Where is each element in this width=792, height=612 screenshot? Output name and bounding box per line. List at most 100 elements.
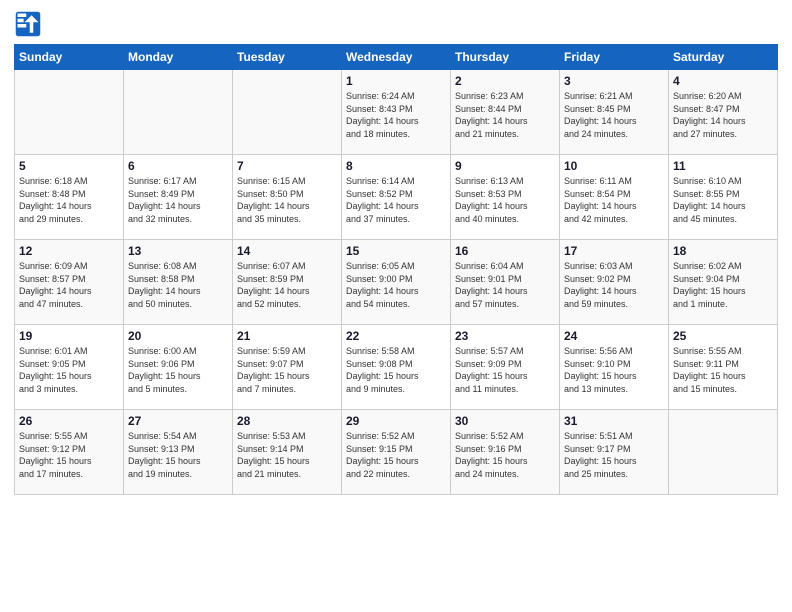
day-info: Sunrise: 6:11 AM Sunset: 8:54 PM Dayligh…	[564, 175, 664, 225]
day-number: 10	[564, 159, 664, 173]
day-info: Sunrise: 6:02 AM Sunset: 9:04 PM Dayligh…	[673, 260, 773, 310]
calendar-cell: 26 Sunrise: 5:55 AM Sunset: 9:12 PM Dayli…	[15, 410, 124, 495]
weekday-header-thursday: Thursday	[451, 45, 560, 70]
weekday-header-saturday: Saturday	[669, 45, 778, 70]
day-number: 31	[564, 414, 664, 428]
day-info: Sunrise: 6:21 AM Sunset: 8:45 PM Dayligh…	[564, 90, 664, 140]
logo-icon	[14, 10, 42, 38]
day-number: 3	[564, 74, 664, 88]
day-info: Sunrise: 6:05 AM Sunset: 9:00 PM Dayligh…	[346, 260, 446, 310]
calendar-cell: 14Sunrise: 6:07 AM Sunset: 8:59 PM Dayli…	[233, 240, 342, 325]
week-row-5: 26 Sunrise: 5:55 AM Sunset: 9:12 PM Dayli…	[15, 410, 778, 495]
calendar-cell: 15 Sunrise: 6:05 AM Sunset: 9:00 PM Dayli…	[342, 240, 451, 325]
calendar-cell: 13Sunrise: 6:08 AM Sunset: 8:58 PM Dayli…	[124, 240, 233, 325]
day-number: 7	[237, 159, 337, 173]
week-row-1: 1 Sunrise: 6:24 AM Sunset: 8:43 PM Daylig…	[15, 70, 778, 155]
day-info: Sunrise: 5:57 AM Sunset: 9:09 PM Dayligh…	[455, 345, 555, 395]
day-number: 1	[346, 74, 446, 88]
calendar-cell: 16 Sunrise: 6:04 AM Sunset: 9:01 PM Dayli…	[451, 240, 560, 325]
day-info: Sunrise: 6:24 AM Sunset: 8:43 PM Dayligh…	[346, 90, 446, 140]
calendar-cell: 7 Sunrise: 6:15 AM Sunset: 8:50 PM Daylig…	[233, 155, 342, 240]
day-info: Sunrise: 6:13 AM Sunset: 8:53 PM Dayligh…	[455, 175, 555, 225]
day-number: 11	[673, 159, 773, 173]
week-row-4: 19Sunrise: 6:01 AM Sunset: 9:05 PM Dayli…	[15, 325, 778, 410]
calendar-cell	[233, 70, 342, 155]
calendar-cell: 17Sunrise: 6:03 AM Sunset: 9:02 PM Dayli…	[560, 240, 669, 325]
weekday-header-tuesday: Tuesday	[233, 45, 342, 70]
calendar-cell: 28Sunrise: 5:53 AM Sunset: 9:14 PM Dayli…	[233, 410, 342, 495]
weekday-header-monday: Monday	[124, 45, 233, 70]
calendar-cell: 30 Sunrise: 5:52 AM Sunset: 9:16 PM Dayli…	[451, 410, 560, 495]
calendar-cell: 24Sunrise: 5:56 AM Sunset: 9:10 PM Dayli…	[560, 325, 669, 410]
weekday-header-friday: Friday	[560, 45, 669, 70]
day-info: Sunrise: 6:23 AM Sunset: 8:44 PM Dayligh…	[455, 90, 555, 140]
day-info: Sunrise: 6:08 AM Sunset: 8:58 PM Dayligh…	[128, 260, 228, 310]
day-info: Sunrise: 6:03 AM Sunset: 9:02 PM Dayligh…	[564, 260, 664, 310]
day-number: 26	[19, 414, 119, 428]
calendar-cell: 18 Sunrise: 6:02 AM Sunset: 9:04 PM Dayli…	[669, 240, 778, 325]
day-info: Sunrise: 6:04 AM Sunset: 9:01 PM Dayligh…	[455, 260, 555, 310]
day-info: Sunrise: 6:20 AM Sunset: 8:47 PM Dayligh…	[673, 90, 773, 140]
week-row-3: 12 Sunrise: 6:09 AM Sunset: 8:57 PM Dayli…	[15, 240, 778, 325]
day-number: 19	[19, 329, 119, 343]
day-info: Sunrise: 6:17 AM Sunset: 8:49 PM Dayligh…	[128, 175, 228, 225]
calendar-cell: 27 Sunrise: 5:54 AM Sunset: 9:13 PM Dayli…	[124, 410, 233, 495]
calendar-cell: 8Sunrise: 6:14 AM Sunset: 8:52 PM Daylig…	[342, 155, 451, 240]
day-number: 15	[346, 244, 446, 258]
calendar-body: 1 Sunrise: 6:24 AM Sunset: 8:43 PM Daylig…	[15, 70, 778, 495]
day-info: Sunrise: 6:10 AM Sunset: 8:55 PM Dayligh…	[673, 175, 773, 225]
calendar-cell	[15, 70, 124, 155]
page: SundayMondayTuesdayWednesdayThursdayFrid…	[0, 0, 792, 612]
day-number: 14	[237, 244, 337, 258]
day-number: 23	[455, 329, 555, 343]
day-number: 6	[128, 159, 228, 173]
day-info: Sunrise: 5:53 AM Sunset: 9:14 PM Dayligh…	[237, 430, 337, 480]
week-row-2: 5 Sunrise: 6:18 AM Sunset: 8:48 PM Daylig…	[15, 155, 778, 240]
day-number: 30	[455, 414, 555, 428]
day-number: 18	[673, 244, 773, 258]
day-number: 27	[128, 414, 228, 428]
day-info: Sunrise: 5:51 AM Sunset: 9:17 PM Dayligh…	[564, 430, 664, 480]
day-number: 2	[455, 74, 555, 88]
day-number: 20	[128, 329, 228, 343]
calendar-cell: 29Sunrise: 5:52 AM Sunset: 9:15 PM Dayli…	[342, 410, 451, 495]
calendar-cell: 1 Sunrise: 6:24 AM Sunset: 8:43 PM Daylig…	[342, 70, 451, 155]
calendar-cell: 11 Sunrise: 6:10 AM Sunset: 8:55 PM Dayli…	[669, 155, 778, 240]
calendar-cell: 20 Sunrise: 6:00 AM Sunset: 9:06 PM Dayli…	[124, 325, 233, 410]
calendar-cell: 2 Sunrise: 6:23 AM Sunset: 8:44 PM Daylig…	[451, 70, 560, 155]
calendar-cell: 10 Sunrise: 6:11 AM Sunset: 8:54 PM Dayli…	[560, 155, 669, 240]
calendar-cell: 4 Sunrise: 6:20 AM Sunset: 8:47 PM Daylig…	[669, 70, 778, 155]
calendar-cell: 21Sunrise: 5:59 AM Sunset: 9:07 PM Dayli…	[233, 325, 342, 410]
weekday-header-row: SundayMondayTuesdayWednesdayThursdayFrid…	[15, 45, 778, 70]
day-info: Sunrise: 6:18 AM Sunset: 8:48 PM Dayligh…	[19, 175, 119, 225]
day-number: 29	[346, 414, 446, 428]
calendar-cell: 23 Sunrise: 5:57 AM Sunset: 9:09 PM Dayli…	[451, 325, 560, 410]
day-info: Sunrise: 5:56 AM Sunset: 9:10 PM Dayligh…	[564, 345, 664, 395]
day-info: Sunrise: 5:58 AM Sunset: 9:08 PM Dayligh…	[346, 345, 446, 395]
day-info: Sunrise: 6:09 AM Sunset: 8:57 PM Dayligh…	[19, 260, 119, 310]
logo	[14, 10, 46, 38]
calendar-cell: 22 Sunrise: 5:58 AM Sunset: 9:08 PM Dayli…	[342, 325, 451, 410]
day-info: Sunrise: 5:52 AM Sunset: 9:16 PM Dayligh…	[455, 430, 555, 480]
day-info: Sunrise: 6:15 AM Sunset: 8:50 PM Dayligh…	[237, 175, 337, 225]
weekday-header-wednesday: Wednesday	[342, 45, 451, 70]
day-info: Sunrise: 5:55 AM Sunset: 9:11 PM Dayligh…	[673, 345, 773, 395]
day-number: 5	[19, 159, 119, 173]
calendar-cell: 25 Sunrise: 5:55 AM Sunset: 9:11 PM Dayli…	[669, 325, 778, 410]
day-number: 12	[19, 244, 119, 258]
calendar-header: SundayMondayTuesdayWednesdayThursdayFrid…	[15, 45, 778, 70]
day-number: 25	[673, 329, 773, 343]
day-info: Sunrise: 6:14 AM Sunset: 8:52 PM Dayligh…	[346, 175, 446, 225]
day-number: 4	[673, 74, 773, 88]
calendar-cell: 6 Sunrise: 6:17 AM Sunset: 8:49 PM Daylig…	[124, 155, 233, 240]
calendar-table: SundayMondayTuesdayWednesdayThursdayFrid…	[14, 44, 778, 495]
day-number: 16	[455, 244, 555, 258]
day-info: Sunrise: 5:59 AM Sunset: 9:07 PM Dayligh…	[237, 345, 337, 395]
day-info: Sunrise: 5:55 AM Sunset: 9:12 PM Dayligh…	[19, 430, 119, 480]
day-info: Sunrise: 5:54 AM Sunset: 9:13 PM Dayligh…	[128, 430, 228, 480]
calendar-cell: 9Sunrise: 6:13 AM Sunset: 8:53 PM Daylig…	[451, 155, 560, 240]
calendar-cell: 3 Sunrise: 6:21 AM Sunset: 8:45 PM Daylig…	[560, 70, 669, 155]
day-number: 22	[346, 329, 446, 343]
day-info: Sunrise: 6:00 AM Sunset: 9:06 PM Dayligh…	[128, 345, 228, 395]
weekday-header-sunday: Sunday	[15, 45, 124, 70]
